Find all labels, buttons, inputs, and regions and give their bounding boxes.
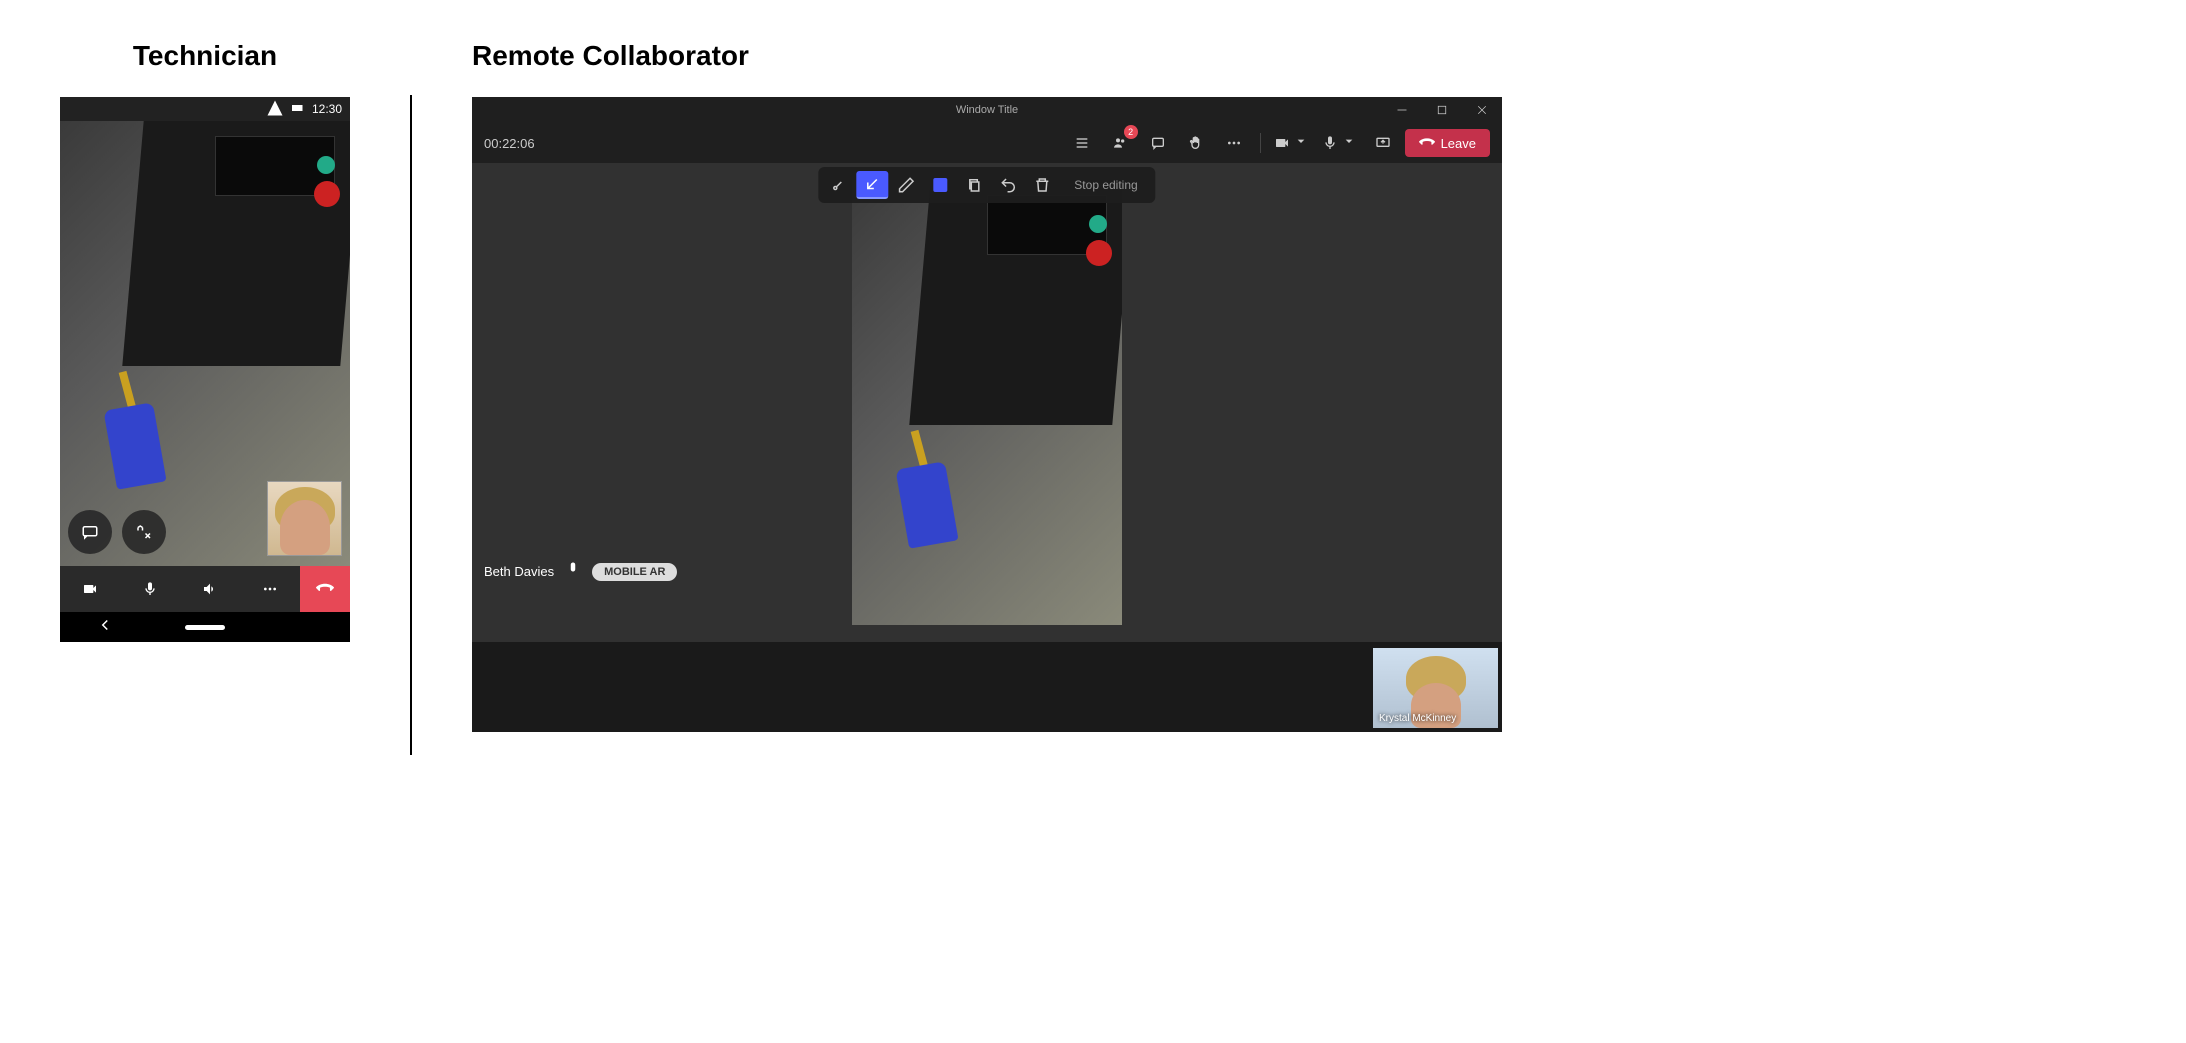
arrow-tool-button[interactable]: [856, 171, 888, 199]
battery-icon: [289, 99, 307, 120]
window-title: Window Title: [956, 104, 1018, 116]
color-picker-button[interactable]: [924, 171, 956, 199]
copy-tool-button[interactable]: [958, 171, 990, 199]
pen-tool-button[interactable]: [890, 171, 922, 199]
section-divider: [410, 95, 412, 755]
phone-navbar: [60, 612, 350, 642]
people-button[interactable]: 2: [1104, 127, 1136, 159]
delete-button[interactable]: [1026, 171, 1058, 199]
microphone-button[interactable]: [1319, 127, 1361, 159]
close-button[interactable]: [1462, 97, 1502, 123]
shared-camera-feed[interactable]: [852, 180, 1122, 625]
mic-toggle-button[interactable]: [120, 566, 180, 612]
phone-statusbar: 12:30: [60, 97, 350, 121]
window-titlebar: Window Title: [472, 97, 1502, 123]
raise-hand-button[interactable]: [1180, 127, 1212, 159]
participants-badge: 2: [1124, 125, 1138, 139]
speaker-button[interactable]: [180, 566, 240, 612]
caller-name: Beth Davies: [484, 564, 554, 579]
more-options-button[interactable]: [240, 566, 300, 612]
camera-button[interactable]: [1271, 127, 1313, 159]
phone-self-view[interactable]: [267, 481, 342, 556]
nav-back-icon[interactable]: [96, 616, 114, 639]
phone-clock: 12:30: [312, 102, 342, 116]
chevron-down-icon: [1293, 133, 1309, 154]
caller-mic-icon: [564, 561, 582, 582]
teams-window: Window Title 00:22:06: [472, 97, 1502, 732]
phone-device: 12:30: [60, 97, 350, 642]
chat-button[interactable]: [68, 510, 112, 554]
video-stage: Stop editing Beth Davies MOBILE AR: [472, 163, 1502, 642]
collaborator-label: Remote Collaborator: [472, 40, 1502, 72]
roster-button[interactable]: [1066, 127, 1098, 159]
caller-info: Beth Davies MOBILE AR: [484, 561, 677, 582]
signal-icon: [266, 99, 284, 120]
more-actions-button[interactable]: [1218, 127, 1250, 159]
self-view-pip[interactable]: Krystal McKinney: [1373, 648, 1498, 728]
call-duration: 00:22:06: [484, 136, 535, 151]
maximize-button[interactable]: [1422, 97, 1462, 123]
phone-camera-feed[interactable]: [60, 121, 350, 566]
phone-callbar: [60, 566, 350, 612]
stop-editing-button[interactable]: Stop editing: [1060, 178, 1151, 192]
bottom-strip: [472, 642, 1502, 732]
share-screen-button[interactable]: [1367, 127, 1399, 159]
annotation-toolbar: Stop editing: [818, 167, 1155, 203]
nav-home-icon[interactable]: [185, 625, 225, 630]
leave-button[interactable]: Leave: [1405, 129, 1490, 157]
pip-name-label: Krystal McKinney: [1379, 713, 1456, 724]
undo-button[interactable]: [992, 171, 1024, 199]
technician-label: Technician: [133, 40, 277, 72]
chevron-down-icon: [1341, 133, 1357, 154]
call-toolbar: 00:22:06 2: [472, 123, 1502, 163]
mobile-ar-badge: MOBILE AR: [592, 563, 677, 581]
cursor-tool-button[interactable]: [822, 171, 854, 199]
leave-label: Leave: [1441, 136, 1476, 151]
annotate-button[interactable]: [122, 510, 166, 554]
chat-panel-button[interactable]: [1142, 127, 1174, 159]
minimize-button[interactable]: [1382, 97, 1422, 123]
video-toggle-button[interactable]: [60, 566, 120, 612]
end-call-button[interactable]: [300, 566, 350, 612]
